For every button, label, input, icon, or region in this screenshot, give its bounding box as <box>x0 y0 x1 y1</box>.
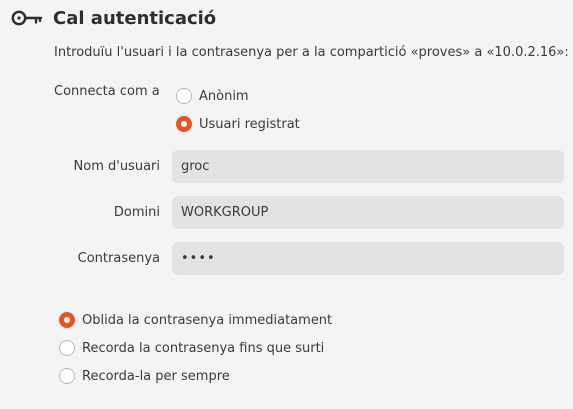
dialog-title: Cal autenticació <box>53 7 217 29</box>
radio-label: Recorda-la per sempre <box>82 368 230 384</box>
dialog-header: Cal autenticació <box>10 4 216 32</box>
dialog-message: Introduïu l'usuari i la contrasenya per … <box>54 45 569 60</box>
password-field[interactable]: •••• <box>172 242 564 275</box>
radio-registered-user[interactable]: Usuari registrat <box>176 114 300 134</box>
username-field[interactable]: groc <box>172 150 564 183</box>
radio-remember-forever[interactable]: Recorda-la per sempre <box>59 366 230 386</box>
radio-label: Anònim <box>199 88 249 104</box>
radio-label: Oblida la contrasenya immediatament <box>82 312 333 328</box>
authentication-dialog: Cal autenticació Introduïu l'usuari i la… <box>0 0 573 409</box>
domain-field[interactable]: WORKGROUP <box>172 196 564 229</box>
radio-forget-immediately[interactable]: Oblida la contrasenya immediatament <box>59 310 332 330</box>
password-label: Contrasenya <box>77 251 160 266</box>
key-icon <box>10 7 44 29</box>
radio-remember-until-logout[interactable]: Recorda la contrasenya fins que surti <box>59 338 324 358</box>
radio-indicator[interactable] <box>59 340 75 356</box>
connect-as-label: Connecta com a <box>54 84 160 99</box>
radio-indicator[interactable] <box>176 88 192 104</box>
radio-anonymous[interactable]: Anònim <box>176 86 249 106</box>
radio-indicator[interactable] <box>176 116 192 132</box>
domain-label: Domini <box>113 205 160 220</box>
radio-label: Recorda la contrasenya fins que surti <box>82 340 325 356</box>
radio-indicator[interactable] <box>59 312 75 328</box>
username-label: Nom d'usuari <box>73 159 160 174</box>
radio-indicator[interactable] <box>59 368 75 384</box>
radio-label: Usuari registrat <box>199 116 300 132</box>
